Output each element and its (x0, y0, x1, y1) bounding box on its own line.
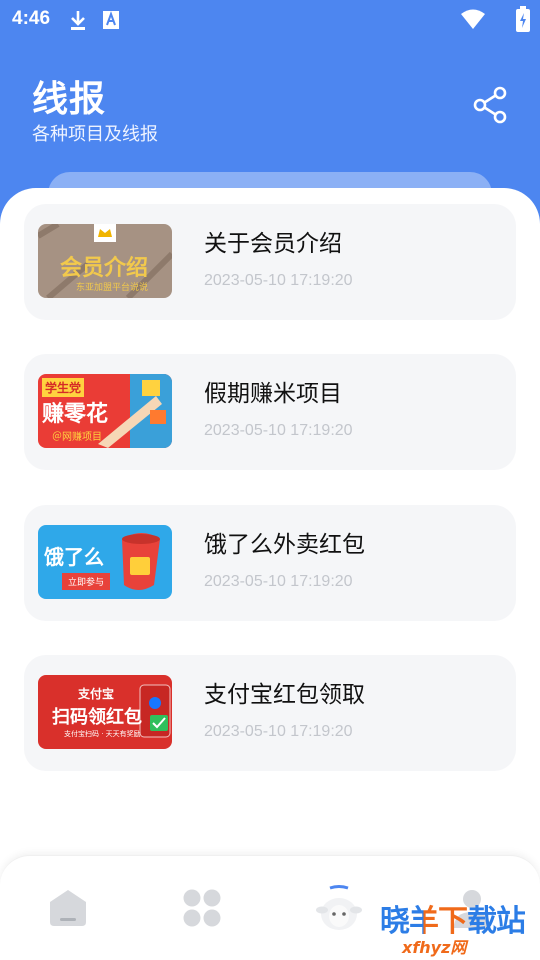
list-item[interactable]: 饿了么 立即参与 饿了么外卖红包 2023-05-10 17:19:20 (24, 505, 516, 621)
thumbnail-caption: 东亚加盟平台说说 (76, 283, 149, 293)
item-title: 饿了么外卖红包 (204, 532, 365, 558)
thumbnail-tag: 支付宝 (78, 687, 115, 701)
page-title: 线报 (32, 79, 107, 120)
nav-grid[interactable] (180, 886, 224, 930)
share-button[interactable] (472, 86, 510, 124)
battery-charging-icon (516, 6, 530, 32)
wifi-icon (461, 9, 485, 29)
content-panel: 会员介绍 东亚加盟平台说说 关于会员介绍 2023-05-10 17:19:20… (0, 188, 540, 960)
status-bar: 4:46 (0, 0, 540, 40)
page-subtitle: 各种项目及线报 (32, 124, 158, 145)
sheep-icon (316, 885, 362, 930)
item-thumbnail: 会员介绍 东亚加盟平台说说 (38, 224, 172, 298)
nav-sheep[interactable] (314, 882, 364, 936)
item-thumbnail: 饿了么 立即参与 (38, 525, 172, 599)
list-item[interactable]: 支付宝 扫码领红包 支付宝扫码 · 天天有奖励 支付宝红包领取 2023-05-… (24, 655, 516, 771)
list-item[interactable]: 会员介绍 东亚加盟平台说说 关于会员介绍 2023-05-10 17:19:20 (24, 204, 516, 320)
nav-home[interactable] (46, 886, 90, 930)
download-icon (71, 11, 85, 30)
item-date: 2023-05-10 17:19:20 (204, 723, 353, 740)
thumbnail-main-text: 会员介绍 (60, 256, 149, 281)
item-date: 2023-05-10 17:19:20 (204, 573, 353, 590)
thumbnail-tag: 学生党 (42, 378, 85, 397)
text-box-icon (103, 11, 119, 29)
item-thumbnail: 支付宝 扫码领红包 支付宝扫码 · 天天有奖励 (38, 675, 172, 749)
thumbnail-caption: 支付宝扫码 · 天天有奖励 (64, 730, 141, 738)
item-title: 支付宝红包领取 (204, 682, 365, 708)
list-item[interactable]: 学生党 赚零花 ＠网赚项目 假期赚米项目 2023-05-10 17:19:20 (24, 354, 516, 470)
watermark-logo: 晓羊下载站 xfhyz网 (380, 896, 540, 960)
watermark-subtext: xfhyz网 (402, 938, 467, 957)
item-title: 关于会员介绍 (204, 231, 342, 257)
home-icon (50, 890, 86, 926)
thumbnail-main-text: 赚零花 (42, 402, 109, 427)
thumbnail-main-text: 扫码领红包 (52, 707, 142, 728)
item-title: 假期赚米项目 (204, 381, 342, 407)
status-time: 4:46 (12, 8, 51, 29)
share-icon (473, 86, 507, 124)
item-date: 2023-05-10 17:19:20 (204, 272, 353, 289)
thumbnail-caption: 立即参与 (62, 573, 111, 590)
grid-icon (183, 889, 221, 927)
thumbnail-main-text: 饿了么 (44, 545, 104, 569)
item-thumbnail: 学生党 赚零花 ＠网赚项目 (38, 374, 172, 448)
thumbnail-caption: ＠网赚项目 (52, 432, 102, 443)
item-date: 2023-05-10 17:19:20 (204, 422, 353, 439)
